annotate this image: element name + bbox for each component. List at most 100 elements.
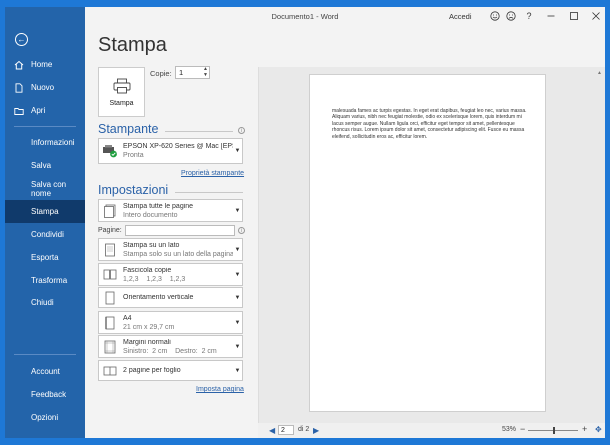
sidebar-item-label: Salva con nome xyxy=(31,179,67,198)
print-button-label: Stampa xyxy=(109,99,134,107)
sidebar-item-label: Stampa xyxy=(31,207,59,216)
section-divider xyxy=(175,192,243,193)
zoom-in-icon[interactable]: + xyxy=(582,424,587,434)
minimize-icon[interactable] xyxy=(545,10,557,22)
printer-properties-link[interactable]: Proprietà stampante xyxy=(181,170,244,177)
sides-detail: Stampa solo su un lato della pagina xyxy=(123,250,233,258)
pages-per-sheet-value: 2 pagine per foglio xyxy=(123,367,181,374)
chevron-down-icon: ▼ xyxy=(234,294,241,301)
paper-size-icon xyxy=(102,315,118,331)
sidebar-item-label: Salva xyxy=(31,161,52,170)
collate-dropdown[interactable]: Fascicola copie 1,2,3 1,2,3 1,2,3 ▼ xyxy=(98,263,243,286)
margins-dropdown[interactable]: Margini normali Sinistro: 2 cm Destro: 2… xyxy=(98,335,243,358)
sidebar-item-transform[interactable]: Trasforma xyxy=(5,270,85,291)
sidebar-item-open[interactable]: Apri xyxy=(5,100,85,121)
info-icon[interactable]: i xyxy=(238,227,245,234)
previous-page-icon[interactable]: ◀ xyxy=(269,426,275,435)
paper-size-value: A4 xyxy=(123,314,132,322)
sidebar-item-label: Opzioni xyxy=(31,413,59,422)
margins-icon xyxy=(102,339,118,355)
printer-status: Pronta xyxy=(123,152,144,159)
paper-size-dropdown[interactable]: A4 21 cm x 29,7 cm ▼ xyxy=(98,311,243,334)
sidebar-item-home[interactable]: Home xyxy=(5,54,85,75)
sidebar-divider xyxy=(14,126,76,127)
sidebar-item-label: Esporta xyxy=(31,253,59,262)
print-range-detail: Intero documento xyxy=(123,211,178,219)
sides-value: Stampa su un lato xyxy=(123,241,180,249)
scroll-up-icon[interactable]: ▲ xyxy=(597,70,602,76)
preview-status-bar: ◀ 2 di 2 ▶ 53% − + ✥ xyxy=(258,423,605,438)
sides-dropdown[interactable]: Stampa su un lato Stampa solo su un lato… xyxy=(98,238,243,261)
sidebar-item-save[interactable]: Salva xyxy=(5,155,85,176)
sidebar-item-save-as[interactable]: Salva con nome xyxy=(5,178,85,199)
close-icon[interactable] xyxy=(590,10,602,22)
sidebar-item-close[interactable]: Chiudi xyxy=(5,292,85,313)
pages-per-sheet-icon xyxy=(102,363,118,379)
print-range-value: Stampa tutte le pagine xyxy=(123,202,194,210)
copies-value: 1 xyxy=(179,68,184,77)
sign-in-link[interactable]: Accedi xyxy=(449,12,472,21)
pages-icon xyxy=(102,203,118,219)
info-icon[interactable]: i xyxy=(238,127,245,134)
pages-label: Pagine: xyxy=(98,227,122,234)
pages-per-sheet-dropdown[interactable]: 2 pagine per foglio ▼ xyxy=(98,360,243,381)
current-page-input[interactable]: 2 xyxy=(278,425,294,435)
sidebar-item-account[interactable]: Account xyxy=(5,361,85,382)
sidebar-item-share[interactable]: Condividi xyxy=(5,224,85,245)
print-button[interactable]: Stampa xyxy=(98,67,145,117)
chevron-down-icon: ▼ xyxy=(234,367,241,374)
collate-value: Fascicola copie xyxy=(123,266,172,274)
zoom-slider-thumb[interactable] xyxy=(553,427,555,434)
page-setup-link[interactable]: Imposta pagina xyxy=(196,386,244,393)
pages-input[interactable] xyxy=(125,225,235,236)
settings-section-title: Impostazioni xyxy=(98,183,169,197)
sidebar-item-print[interactable]: Stampa xyxy=(5,200,85,223)
zoom-out-icon[interactable]: − xyxy=(520,424,525,434)
zoom-level[interactable]: 53% xyxy=(502,426,516,433)
smile-icon[interactable] xyxy=(489,10,501,22)
home-icon xyxy=(14,60,24,70)
sidebar-item-feedback[interactable]: Feedback xyxy=(5,384,85,405)
sidebar-divider xyxy=(14,354,76,355)
new-document-icon xyxy=(14,82,24,93)
chevron-down-icon: ▼ xyxy=(234,148,241,154)
folder-icon xyxy=(14,106,24,116)
sidebar-item-label: Account xyxy=(31,367,60,376)
sidebar-item-export[interactable]: Esporta xyxy=(5,247,85,268)
preview-scrollbar[interactable]: ▲ xyxy=(595,67,605,423)
sidebar-item-label: Trasforma xyxy=(31,276,68,285)
one-side-icon xyxy=(102,242,118,258)
sidebar-item-label: Feedback xyxy=(31,390,67,399)
sidebar-item-label: Nuovo xyxy=(31,83,55,92)
sidebar-item-label: Informazioni xyxy=(31,138,75,147)
orientation-dropdown[interactable]: Orientamento verticale ▼ xyxy=(98,287,243,308)
orientation-value: Orientamento verticale xyxy=(123,294,194,301)
printer-section-title: Stampante xyxy=(98,122,159,136)
back-arrow-icon[interactable]: ← xyxy=(15,33,28,46)
chevron-down-icon: ▼ xyxy=(234,343,241,350)
title-bar: Documento1 - Word Accedi ? xyxy=(85,7,605,25)
section-divider xyxy=(165,131,233,132)
stepper-arrows-icon[interactable]: ▲ ▼ xyxy=(203,66,208,78)
printer-ready-icon xyxy=(102,143,118,159)
print-range-dropdown[interactable]: Stampa tutte le pagine Intero documento … xyxy=(98,199,243,222)
preview-page: malesuada fames ac turpis egestas. In eg… xyxy=(309,74,546,412)
margins-value: Margini normali xyxy=(123,338,171,346)
next-page-icon[interactable]: ▶ xyxy=(313,426,319,435)
frown-icon[interactable] xyxy=(505,10,517,22)
sidebar-item-label: Home xyxy=(31,60,53,69)
sidebar-item-options[interactable]: Opzioni xyxy=(5,407,85,428)
printer-icon xyxy=(113,78,131,96)
fit-to-window-icon[interactable]: ✥ xyxy=(595,425,602,434)
sidebar-item-new[interactable]: Nuovo xyxy=(5,77,85,98)
chevron-down-icon: ▼ xyxy=(234,271,241,278)
chevron-down-icon: ▼ xyxy=(234,246,241,253)
maximize-icon[interactable] xyxy=(568,10,580,22)
printer-dropdown[interactable]: EPSON XP-620 Series @ Mac [EPS... Pronta… xyxy=(98,138,243,164)
sidebar-item-label: Apri xyxy=(31,106,46,115)
backstage-sidebar: ← Home Nuovo Apri Informazioni Salva Sal… xyxy=(5,7,85,438)
copies-stepper[interactable]: 1 ▲ ▼ xyxy=(175,66,210,79)
help-icon[interactable]: ? xyxy=(523,10,535,22)
sidebar-item-label: Chiudi xyxy=(31,298,54,307)
sidebar-item-info[interactable]: Informazioni xyxy=(5,132,85,153)
